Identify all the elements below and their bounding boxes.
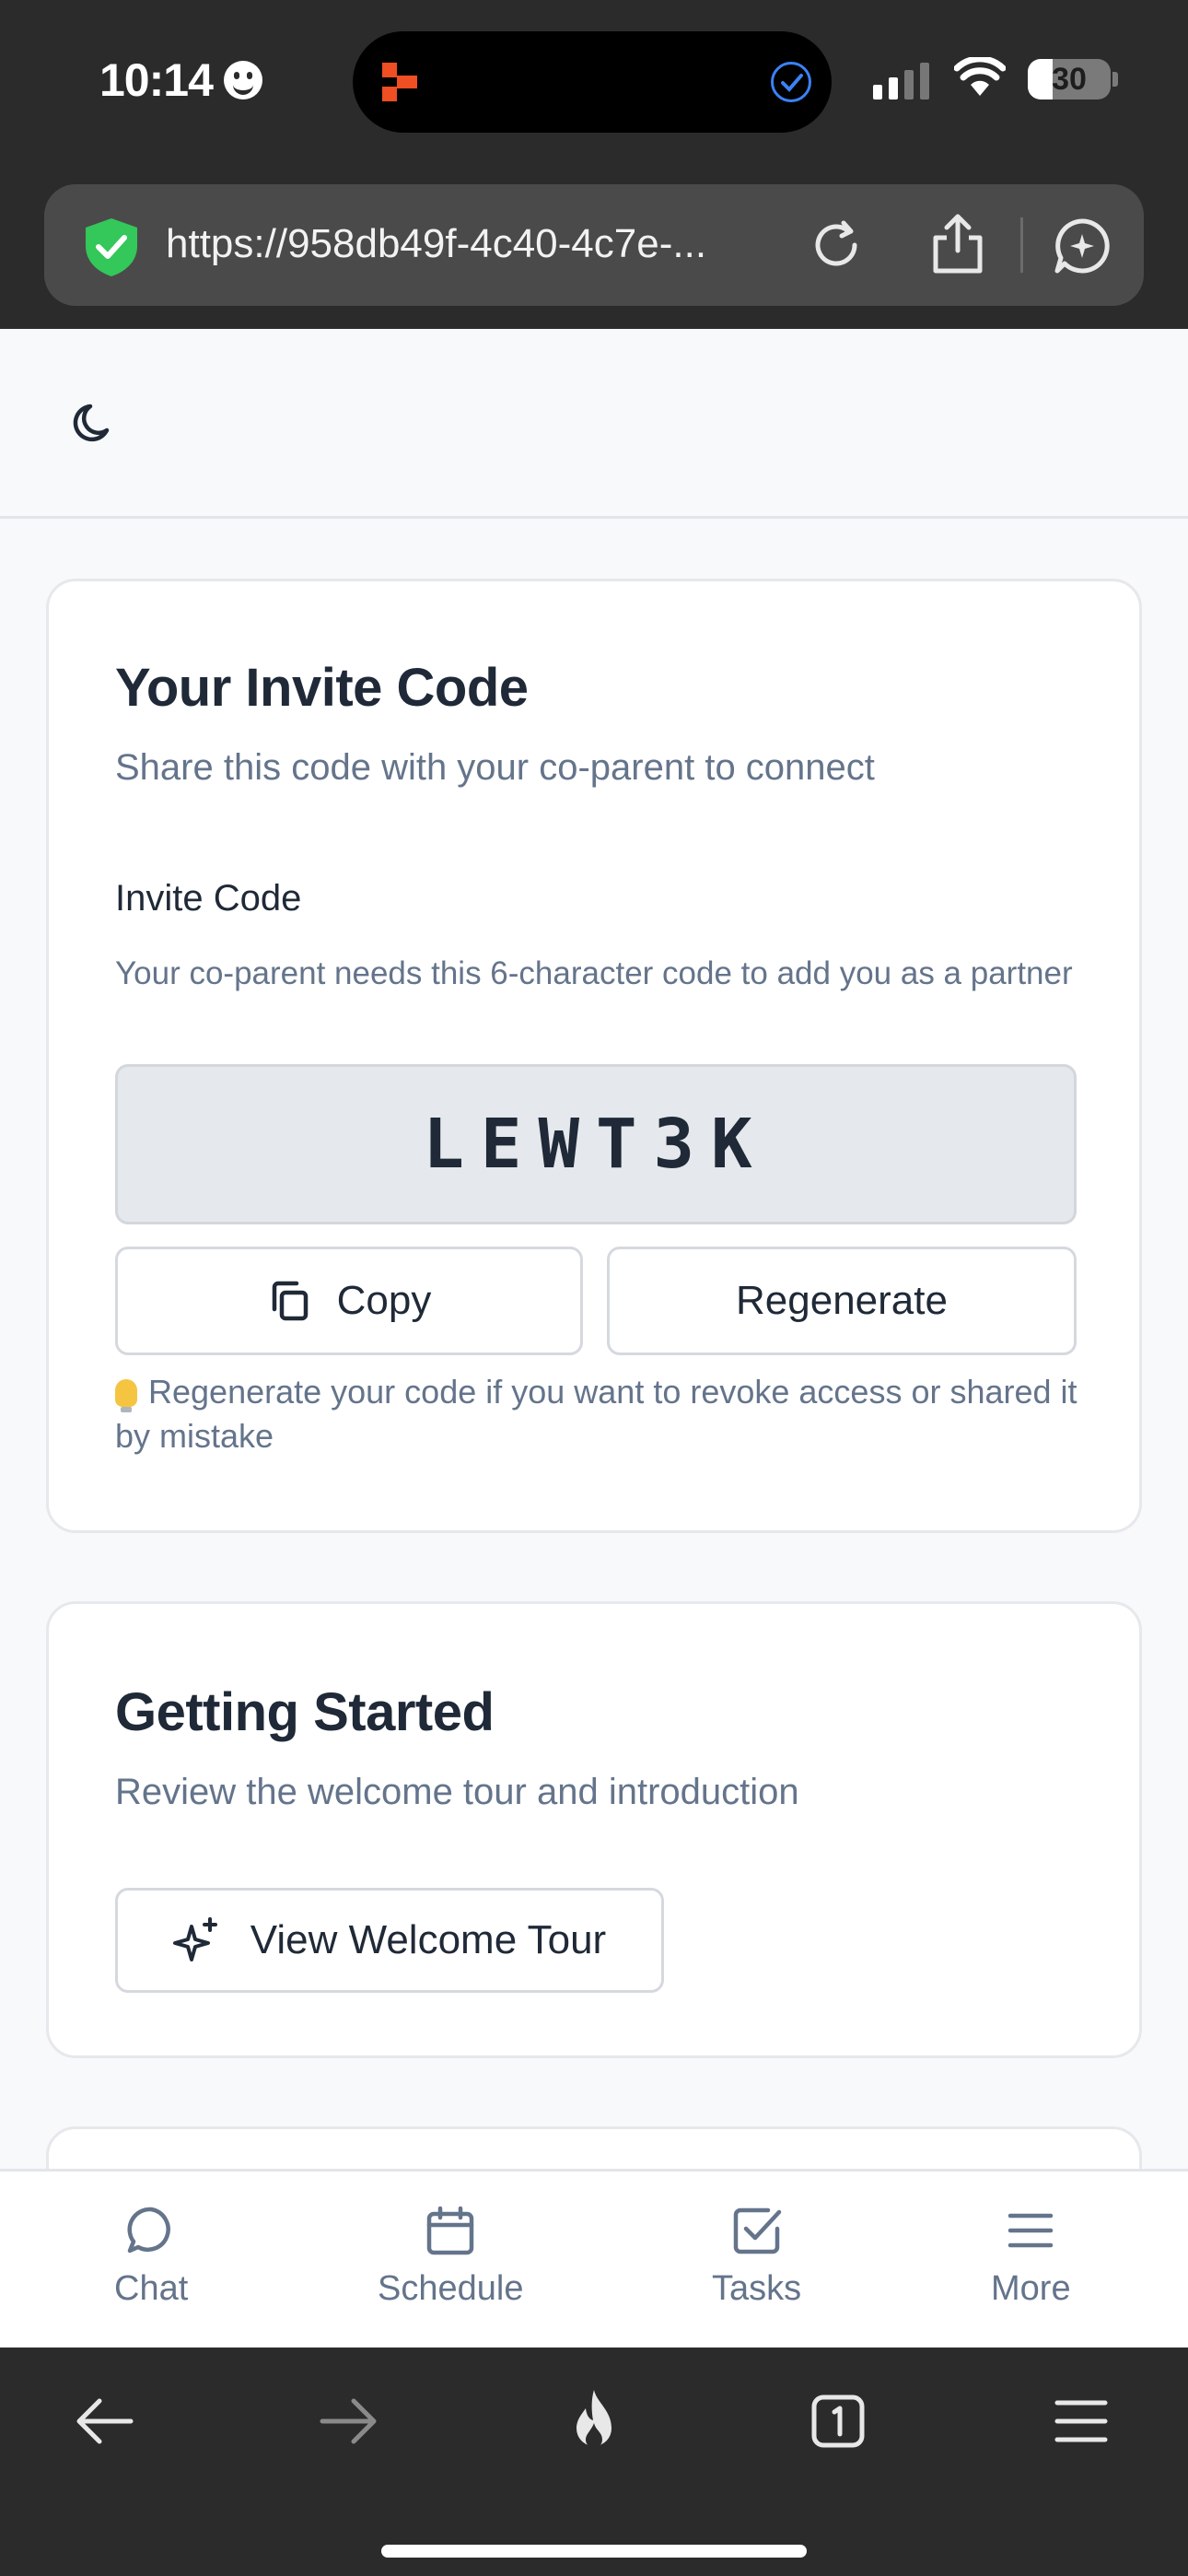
share-icon[interactable] — [928, 212, 987, 276]
copy-icon — [272, 1281, 308, 1321]
battery-percent: 30 — [1052, 62, 1087, 97]
card-subtitle: Share this code with your co-parent to c… — [115, 747, 875, 788]
invite-code-help: Your co-parent needs this 6-character co… — [115, 955, 1073, 991]
forward-arrow-icon[interactable] — [317, 2392, 381, 2451]
getting-started-card: Getting Started Review the welcome tour … — [46, 1601, 1142, 2058]
browser-toolbar — [0, 2348, 1188, 2576]
moon-icon[interactable] — [70, 399, 118, 447]
home-indicator[interactable] — [381, 2545, 807, 2558]
shield-check-icon — [86, 218, 137, 276]
regenerate-tip: Regenerate your code if you want to revo… — [115, 1370, 1091, 1458]
url-divider — [1020, 217, 1023, 273]
regenerate-tip-text: Regenerate your code if you want to revo… — [115, 1373, 1077, 1455]
sparkles-icon — [172, 1917, 217, 1961]
nav-label-tasks: Tasks — [712, 2269, 802, 2308]
regenerate-label: Regenerate — [736, 1278, 948, 1323]
app-logo-icon — [382, 63, 417, 101]
nav-item-tasks[interactable]: Tasks — [712, 2205, 801, 2309]
nav-label-chat: Chat — [114, 2269, 189, 2308]
browser-chrome: 10:14 30 https://958db49f-4c40-4c7e-... — [0, 0, 1188, 329]
app-header — [0, 329, 1188, 519]
reload-icon[interactable] — [807, 216, 866, 275]
view-welcome-tour-button[interactable]: View Welcome Tour — [115, 1888, 664, 1993]
invite-code-value[interactable]: LEWT3K — [115, 1064, 1077, 1224]
nav-item-chat[interactable]: Chat — [114, 2205, 188, 2309]
calendar-icon — [426, 2206, 474, 2255]
hamburger-menu-icon[interactable] — [1052, 2392, 1111, 2451]
cellular-signal-icon — [873, 63, 929, 100]
ai-chat-icon[interactable] — [1052, 216, 1112, 276]
battery-tip — [1112, 72, 1118, 87]
nav-item-more[interactable]: More — [991, 2205, 1071, 2309]
flame-icon[interactable] — [564, 2386, 624, 2453]
lightbulb-icon — [115, 1379, 137, 1412]
card-subtitle: Review the welcome tour and introduction — [115, 1772, 799, 1812]
chat-bubble-icon — [127, 2207, 171, 2254]
copy-label: Copy — [336, 1278, 432, 1323]
copy-button[interactable]: Copy — [115, 1247, 583, 1355]
back-arrow-icon[interactable] — [72, 2392, 136, 2451]
smiley-icon — [223, 61, 262, 100]
view-welcome-tour-label: View Welcome Tour — [250, 1917, 607, 1962]
nav-item-schedule[interactable]: Schedule — [378, 2205, 523, 2309]
url-bar[interactable]: https://958db49f-4c40-4c7e-... — [44, 184, 1144, 306]
bottom-nav: Chat Schedule Tasks More — [0, 2169, 1188, 2348]
menu-icon — [1008, 2213, 1054, 2248]
regenerate-button[interactable]: Regenerate — [607, 1247, 1077, 1355]
checkbox-icon — [733, 2207, 781, 2254]
status-time-text: 10:14 — [99, 54, 214, 106]
check-circle-icon — [771, 62, 811, 102]
nav-label-schedule: Schedule — [378, 2269, 524, 2308]
battery-icon: 30 — [1028, 59, 1111, 100]
card-title: Your Invite Code — [115, 658, 529, 718]
invite-code-label: Invite Code — [115, 878, 302, 919]
dynamic-island — [353, 31, 832, 133]
url-text[interactable]: https://958db49f-4c40-4c7e-... — [166, 221, 829, 267]
invite-code-card: Your Invite Code Share this code with yo… — [46, 579, 1142, 1533]
status-time: 10:14 — [99, 53, 262, 107]
wifi-icon — [954, 57, 1006, 96]
tabs-count-icon[interactable] — [809, 2392, 868, 2451]
nav-label-more: More — [991, 2269, 1071, 2308]
card-title: Getting Started — [115, 1682, 495, 1742]
